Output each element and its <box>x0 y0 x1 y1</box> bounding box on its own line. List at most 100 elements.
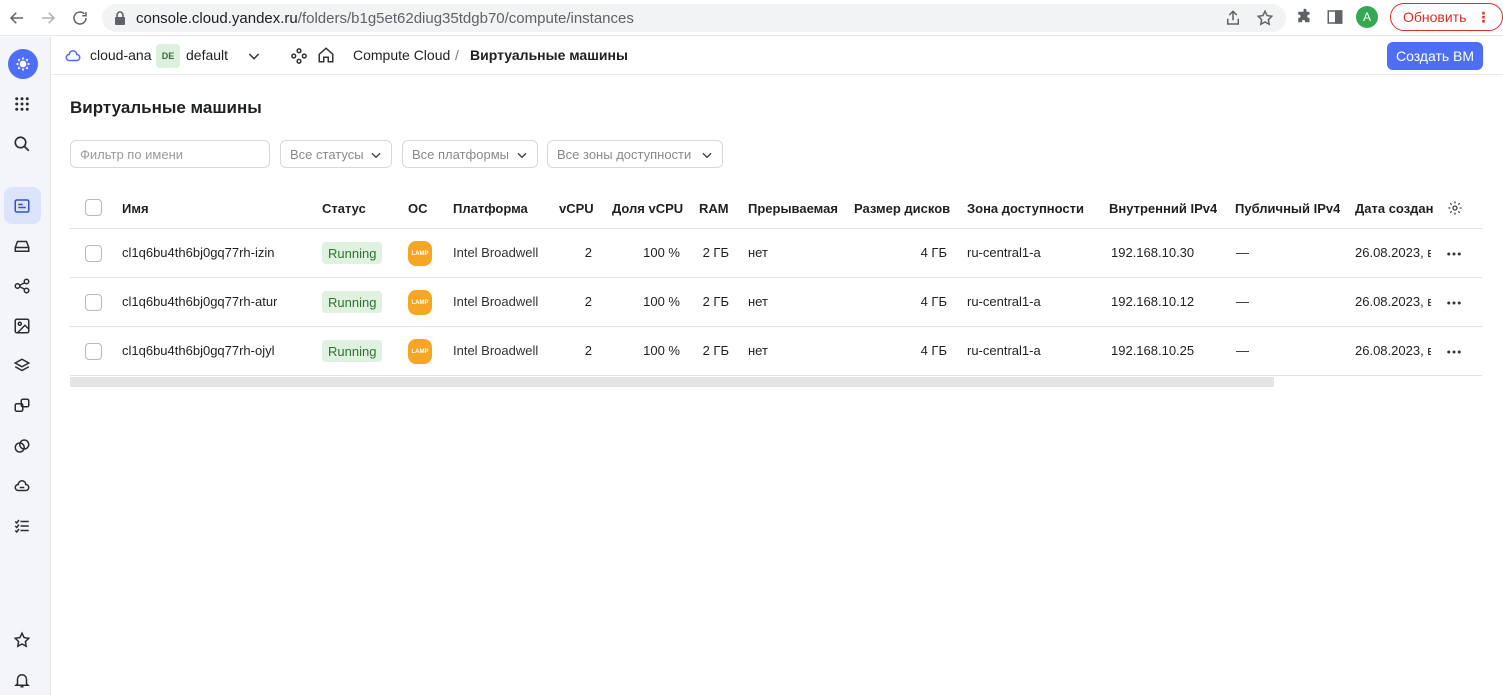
url-path: /folders/b1g5et62diug35tdgb70/compute/in… <box>297 9 634 27</box>
vm-preemptible: нет <box>748 343 768 358</box>
row-checkbox[interactable] <box>85 343 102 360</box>
more-vertical-icon: ⋮ <box>1476 8 1491 25</box>
column-header-ram[interactable]: RAM <box>699 201 729 216</box>
folder-badge: DE <box>156 44 180 68</box>
vm-created: 26.08.2023, в <box>1355 245 1431 260</box>
status-filter-label: Все статусы <box>290 146 364 162</box>
cloud-name[interactable]: cloud-ana <box>90 47 152 63</box>
url-host: console.cloud.yandex.ru <box>136 9 298 27</box>
update-label: Обновить <box>1403 9 1467 25</box>
left-sidebar <box>0 37 51 695</box>
column-header-zone[interactable]: Зона доступности <box>967 201 1084 216</box>
table-row[interactable]: cl1q6bu4th6bj0gq77rh-ojyl Running LAMP I… <box>70 327 1482 376</box>
vm-public-ip: — <box>1236 343 1249 358</box>
lock-icon <box>115 11 125 25</box>
vm-zone: ru-central1-a <box>967 294 1041 309</box>
more-horizontal-icon[interactable] <box>1445 245 1463 263</box>
extensions-icon[interactable] <box>1296 8 1314 26</box>
vm-vcpu: 2 <box>584 294 592 309</box>
more-horizontal-icon[interactable] <box>1445 343 1463 361</box>
address-bar[interactable]: console.cloud.yandex.ru/folders/b1g5et62… <box>102 4 1286 32</box>
column-header-name[interactable]: Имя <box>122 201 149 216</box>
snapshots-icon[interactable] <box>11 355 33 377</box>
share-icon[interactable] <box>1224 9 1242 27</box>
vm-internal-ip: 192.168.10.25 <box>1111 343 1195 358</box>
horizontal-scrollbar[interactable] <box>70 377 1274 387</box>
vm-name[interactable]: cl1q6bu4th6bj0gq77rh-atur <box>122 294 277 309</box>
back-icon[interactable] <box>2 3 32 33</box>
vm-ram: 2 ГБ <box>702 245 729 260</box>
search-icon[interactable] <box>11 133 33 155</box>
platform-filter-label: Все платформы <box>412 146 509 162</box>
table-row[interactable]: cl1q6bu4th6bj0gq77rh-izin Running LAMP I… <box>70 229 1482 278</box>
column-header-platform[interactable]: Платформа <box>453 201 528 216</box>
vm-name[interactable]: cl1q6bu4th6bj0gq77rh-izin <box>122 245 275 260</box>
status-badge: Running <box>322 242 383 264</box>
vm-vcpu: 2 <box>584 343 592 358</box>
folder-name[interactable]: default <box>186 47 228 63</box>
instance-groups-icon[interactable] <box>11 275 33 297</box>
notifications-bell-icon[interactable] <box>11 669 33 691</box>
column-header-vcpu[interactable]: vCPU <box>559 201 594 216</box>
all-services-icon[interactable] <box>11 93 33 115</box>
zone-filter-select[interactable]: Все зоны доступности <box>547 140 723 168</box>
create-vm-button[interactable]: Создать ВМ <box>1387 42 1483 70</box>
column-header-public-ip[interactable]: Публичный IPv4 <box>1235 201 1340 216</box>
vm-vcpu-share: 100 % <box>643 245 680 260</box>
page-title: Виртуальные машины <box>70 98 262 117</box>
chevron-down-icon <box>517 152 527 159</box>
select-all-checkbox[interactable] <box>85 199 102 216</box>
reload-icon[interactable] <box>65 3 95 33</box>
home-icon[interactable] <box>317 46 335 64</box>
column-header-disk-size[interactable]: Размер дисков <box>854 201 950 216</box>
file-storages-icon[interactable] <box>11 435 33 457</box>
forward-icon[interactable] <box>33 3 63 33</box>
vm-platform: Intel Broadwell <box>453 294 539 309</box>
vm-platform: Intel Broadwell <box>453 343 539 358</box>
vm-internal-ip: 192.168.10.12 <box>1111 294 1195 309</box>
vm-ram: 2 ГБ <box>702 343 729 358</box>
vm-public-ip: — <box>1236 294 1249 309</box>
vm-created: 26.08.2023, в <box>1355 294 1431 309</box>
vm-vcpu: 2 <box>584 245 592 260</box>
cloud-backup-icon[interactable] <box>11 475 33 497</box>
profile-avatar[interactable]: A <box>1356 6 1378 28</box>
column-header-internal-ip[interactable]: Внутренний IPv4 <box>1109 201 1217 216</box>
vm-disk-size: 4 ГБ <box>920 294 947 309</box>
console-logo-icon[interactable] <box>8 49 38 79</box>
breadcrumb-compute-cloud[interactable]: Compute Cloud <box>353 47 450 63</box>
status-badge: Running <box>322 340 383 362</box>
browser-toolbar: console.cloud.yandex.ru/folders/b1g5et62… <box>0 0 1503 36</box>
more-horizontal-icon[interactable] <box>1445 294 1463 312</box>
operations-list-icon[interactable] <box>11 515 33 537</box>
services-graph-icon[interactable] <box>290 47 308 65</box>
gear-icon[interactable] <box>1447 200 1463 216</box>
breadcrumb-current-page: Виртуальные машины <box>470 47 628 63</box>
table-header: Имя Статус ОС Платформа vCPU Доля vCPU R… <box>70 188 1482 229</box>
bookmark-star-icon[interactable] <box>1256 9 1274 27</box>
row-checkbox[interactable] <box>85 245 102 262</box>
name-filter-input[interactable] <box>70 140 270 168</box>
chevron-down-icon[interactable] <box>246 48 262 64</box>
status-badge: Running <box>322 291 383 313</box>
images-icon[interactable] <box>11 315 33 337</box>
vm-disk-size: 4 ГБ <box>920 343 947 358</box>
placement-groups-icon[interactable] <box>11 395 33 417</box>
virtual-machines-icon[interactable] <box>11 195 33 217</box>
vm-public-ip: — <box>1236 245 1249 260</box>
side-panel-icon[interactable] <box>1326 8 1344 26</box>
platform-filter-select[interactable]: Все платформы <box>402 140 538 168</box>
column-header-status[interactable]: Статус <box>322 201 366 216</box>
update-button[interactable]: Обновить ⋮ <box>1390 3 1503 31</box>
column-header-os[interactable]: ОС <box>408 201 428 216</box>
lamp-os-icon: LAMP <box>408 241 432 266</box>
column-header-created[interactable]: Дата создан <box>1355 201 1435 216</box>
status-filter-select[interactable]: Все статусы <box>280 140 392 168</box>
row-checkbox[interactable] <box>85 294 102 311</box>
table-row[interactable]: cl1q6bu4th6bj0gq77rh-atur Running LAMP I… <box>70 278 1482 327</box>
column-header-vcpu-share[interactable]: Доля vCPU <box>612 201 683 216</box>
vm-name[interactable]: cl1q6bu4th6bj0gq77rh-ojyl <box>122 343 275 358</box>
favorites-star-icon[interactable] <box>11 629 33 651</box>
disks-icon[interactable] <box>11 235 33 257</box>
column-header-preemptible[interactable]: Прерываемая <box>748 201 838 216</box>
